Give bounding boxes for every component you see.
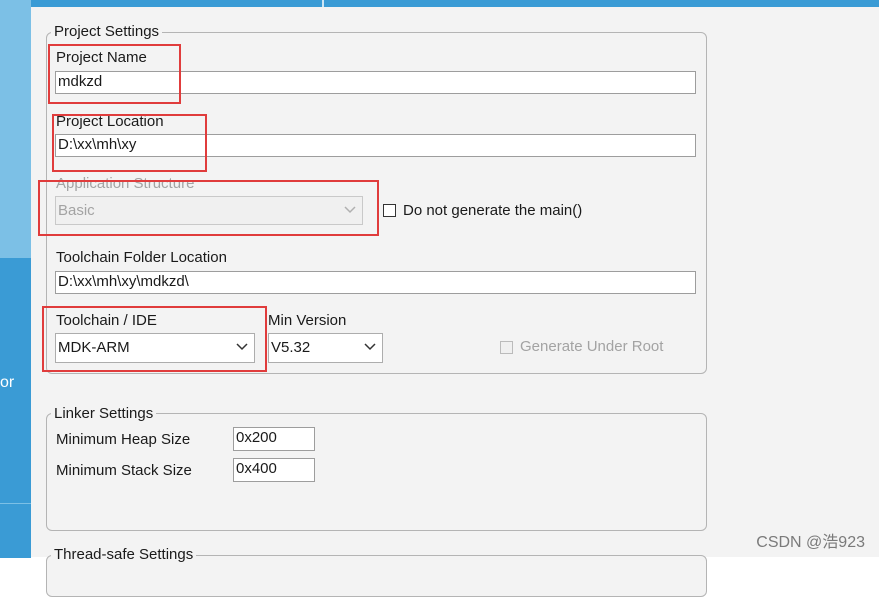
top-bar-divider	[322, 0, 324, 7]
project-settings-legend: Project Settings	[51, 23, 163, 40]
min-heap-input[interactable]: 0x200	[233, 427, 315, 451]
toolchain-folder-input[interactable]: D:\xx\mh\xy\mdkzd\	[55, 271, 696, 294]
chevron-down-icon	[364, 343, 376, 351]
generate-under-root-label[interactable]: Generate Under Root	[520, 338, 663, 355]
sidebar-item-label: or	[0, 374, 15, 391]
sidebar-top-section[interactable]	[0, 0, 31, 258]
generate-under-root-checkbox[interactable]	[500, 341, 513, 354]
min-stack-input[interactable]: 0x400	[233, 458, 315, 482]
toolchain-folder-label: Toolchain Folder Location	[56, 249, 227, 266]
highlight-toolchain-ide	[42, 306, 267, 372]
do-not-generate-main-label[interactable]: Do not generate the main()	[403, 202, 582, 219]
top-bar	[31, 0, 879, 7]
min-version-select[interactable]: V5.32	[268, 333, 383, 363]
sidebar-bottom-section[interactable]	[0, 503, 31, 558]
do-not-generate-main-checkbox[interactable]	[383, 204, 396, 217]
min-stack-label: Minimum Stack Size	[56, 462, 192, 479]
min-version-label: Min Version	[268, 312, 347, 329]
highlight-project-name	[48, 44, 181, 104]
min-heap-label: Minimum Heap Size	[56, 431, 191, 448]
watermark: CSDN @浩923	[756, 534, 865, 551]
highlight-application-structure	[38, 180, 379, 236]
min-version-value: V5.32	[271, 339, 311, 356]
thread-safe-settings-legend: Thread-safe Settings	[51, 546, 197, 563]
linker-settings-legend: Linker Settings	[51, 405, 157, 422]
highlight-project-location	[52, 114, 207, 172]
